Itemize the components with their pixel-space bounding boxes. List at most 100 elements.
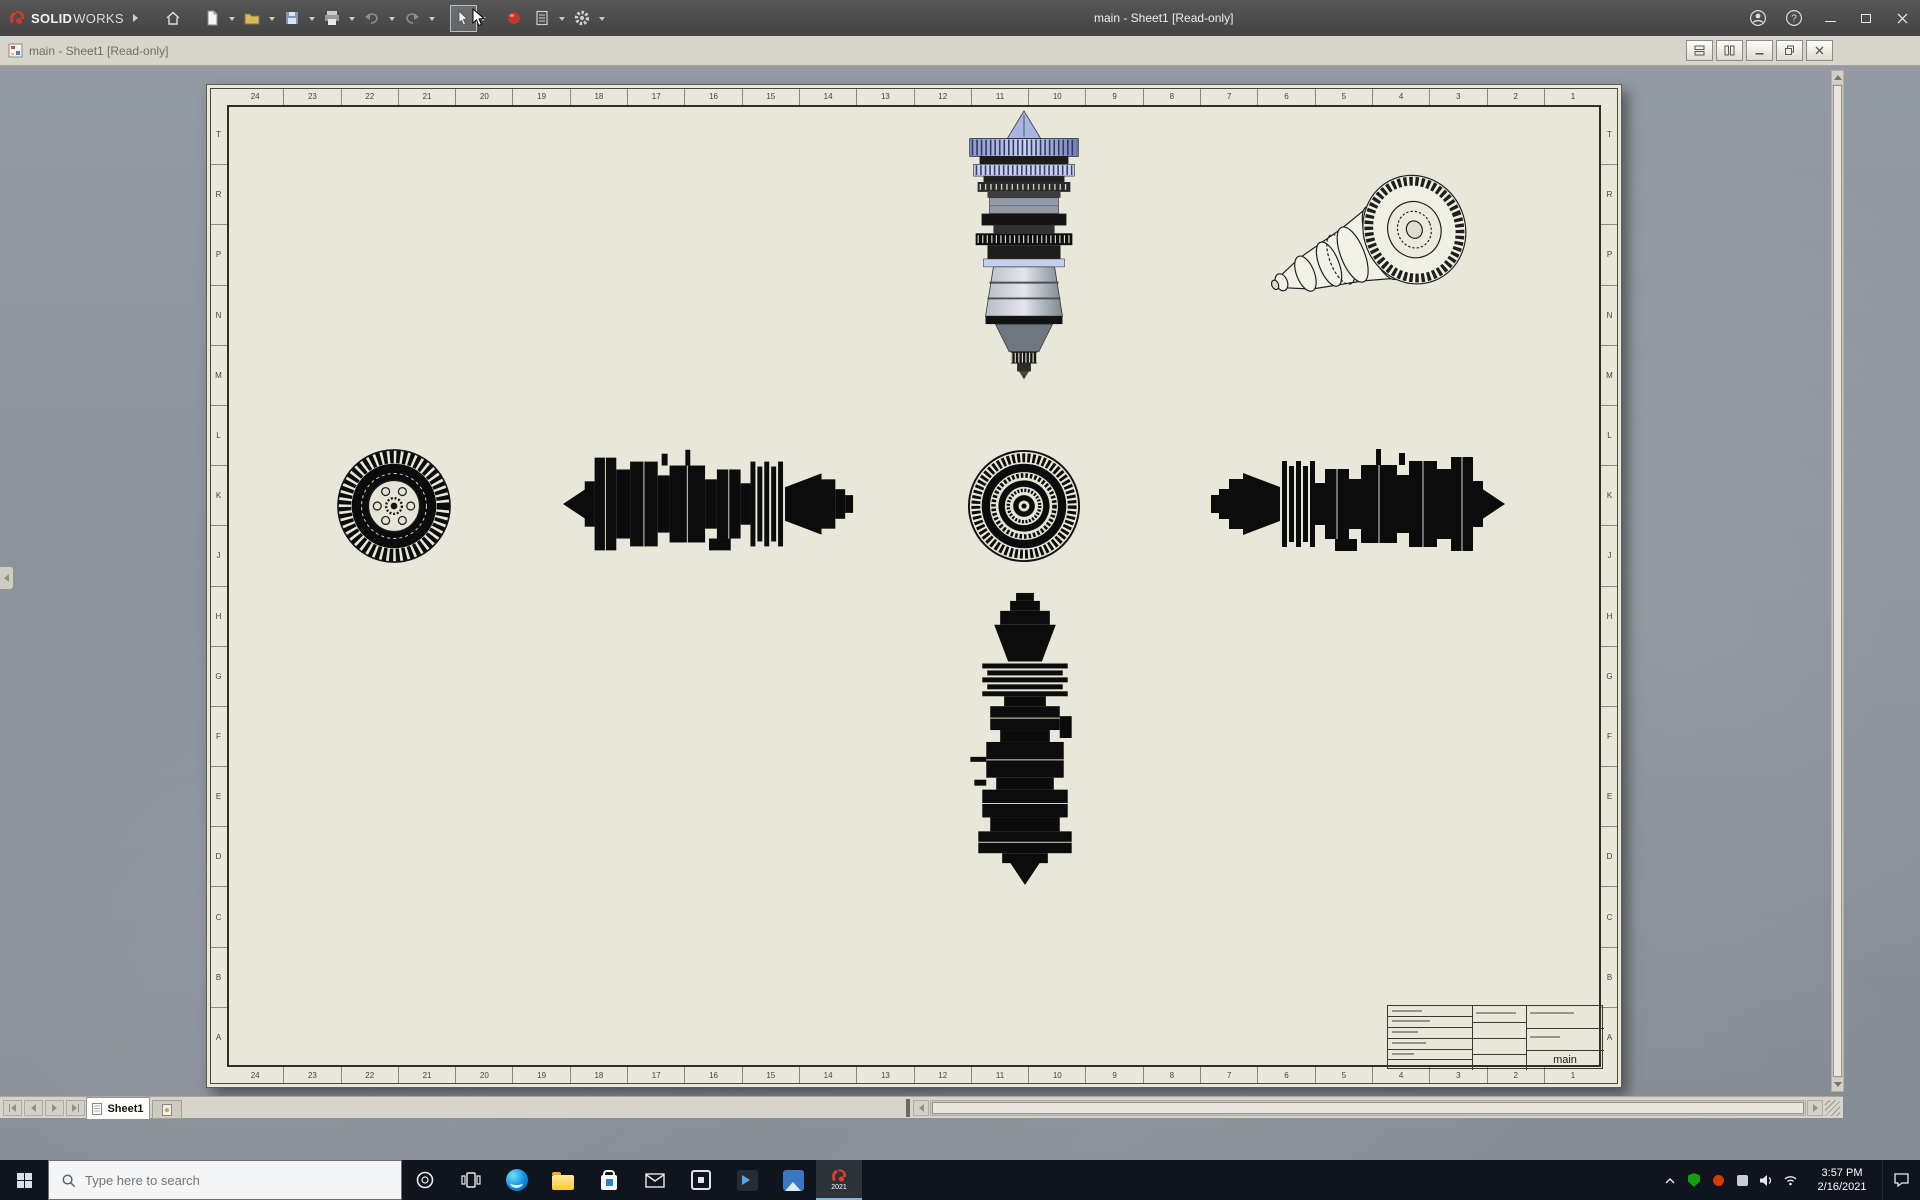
chevron-down-icon[interactable] [267, 5, 278, 32]
vertical-scroll-thumb[interactable] [1833, 85, 1842, 1077]
start-button[interactable] [0, 1160, 48, 1200]
undo-button[interactable] [359, 5, 386, 32]
close-icon [1815, 46, 1824, 55]
chevron-down-icon[interactable] [557, 5, 568, 32]
defender-tray-button[interactable] [1682, 1160, 1706, 1200]
chevron-down-icon[interactable] [427, 5, 438, 32]
up-arrow-icon [1833, 75, 1842, 80]
print-button[interactable] [319, 5, 346, 32]
title-block-text-bar [1392, 1010, 1422, 1012]
drawing-workspace[interactable]: 24 23 22 21 20 19 18 17 16 15 14 13 12 11 10 9 8 7 6 5 4 3 2 1 … [0, 66, 1920, 1160]
app-icon [691, 1170, 711, 1190]
new-document-button[interactable] [199, 5, 226, 32]
add-sheet-tab[interactable] [152, 1100, 182, 1119]
edge-button[interactable] [494, 1160, 540, 1200]
horizontal-scroll-thumb[interactable] [932, 1102, 1804, 1114]
tray-app-button[interactable] [1706, 1160, 1730, 1200]
network-button[interactable] [1778, 1160, 1802, 1200]
solidworks-logo[interactable]: SOLID WORKS [0, 10, 152, 26]
title-block-line [1472, 1054, 1526, 1055]
scroll-up-button[interactable] [1832, 71, 1843, 84]
chevron-down-icon[interactable] [227, 5, 238, 32]
task-view-button[interactable] [448, 1160, 494, 1200]
doc-close-button[interactable] [1806, 40, 1833, 61]
rebuild-icon [508, 12, 521, 24]
title-block-line [1388, 1059, 1472, 1060]
scroll-down-button[interactable] [1832, 1078, 1843, 1091]
tile-horizontal-button[interactable] [1686, 40, 1713, 61]
zone-label: H [210, 585, 227, 646]
zone-label: H [1601, 585, 1618, 646]
help-button[interactable]: ? [1776, 0, 1812, 36]
rebuild-button[interactable] [501, 5, 528, 32]
chevron-down-icon[interactable] [307, 5, 318, 32]
drawing-sheet[interactable]: 24 23 22 21 20 19 18 17 16 15 14 13 12 11 10 9 8 7 6 5 4 3 2 1 … [206, 84, 1622, 1088]
photos-app-button[interactable] [770, 1160, 816, 1200]
scroll-right-button[interactable] [1807, 1100, 1823, 1116]
app-button-1[interactable] [678, 1160, 724, 1200]
hidden-icons-button[interactable] [1658, 1160, 1682, 1200]
redo-button[interactable] [399, 5, 426, 32]
zone-label: 16 [684, 88, 741, 105]
notification-icon [1894, 1173, 1909, 1187]
cortana-button[interactable] [402, 1160, 448, 1200]
select-tool-button[interactable] [449, 4, 477, 32]
next-sheet-button[interactable] [45, 1100, 64, 1116]
store-button[interactable] [586, 1160, 632, 1200]
scrollbar-splitter-handle[interactable] [906, 1099, 910, 1117]
title-block[interactable]: main [1387, 1005, 1604, 1070]
drawing-view-left-side[interactable] [563, 441, 859, 567]
search-input[interactable] [85, 1172, 355, 1188]
tile-vertical-button[interactable] [1716, 40, 1743, 61]
first-sheet-button[interactable] [3, 1100, 22, 1116]
file-properties-button[interactable] [529, 5, 556, 32]
previous-sheet-button[interactable] [24, 1100, 43, 1116]
doc-restore-button[interactable] [1776, 40, 1803, 61]
drawing-view-isometric[interactable] [1235, 159, 1483, 345]
last-sheet-button[interactable] [66, 1100, 85, 1116]
panel-collapse-tab[interactable] [0, 566, 14, 590]
zone-label: K [210, 465, 227, 525]
volume-button[interactable] [1754, 1160, 1778, 1200]
tray-app-button-2[interactable] [1730, 1160, 1754, 1200]
add-sheet-icon [162, 1103, 172, 1116]
chevron-down-icon[interactable] [387, 5, 398, 32]
zone-label: 3 [1429, 88, 1486, 105]
chevron-down-icon[interactable] [478, 5, 489, 32]
horizontal-scrollbar[interactable] [930, 1100, 1806, 1116]
doc-minimize-button[interactable] [1746, 40, 1773, 61]
taskbar-search[interactable] [48, 1160, 402, 1200]
action-center-button[interactable] [1882, 1160, 1920, 1200]
media-app-button[interactable] [724, 1160, 770, 1200]
chevron-up-icon [1665, 1177, 1675, 1183]
close-button[interactable] [1884, 0, 1920, 36]
scroll-left-button[interactable] [913, 1100, 929, 1116]
solidworks-taskbar-button[interactable]: 2021 [816, 1160, 862, 1200]
zone-label: 14 [798, 88, 856, 105]
drawing-view-top[interactable] [959, 109, 1089, 405]
open-button[interactable] [239, 5, 266, 32]
mail-button[interactable] [632, 1160, 678, 1200]
title-block-text-bar [1392, 1053, 1414, 1055]
vertical-scrollbar[interactable] [1831, 70, 1844, 1092]
drawing-view-front[interactable] [335, 447, 453, 565]
drawing-view-rear[interactable] [965, 447, 1083, 565]
brand-expand-icon[interactable] [132, 14, 142, 22]
minimize-button[interactable] [1812, 0, 1848, 36]
chevron-down-icon[interactable] [597, 5, 608, 32]
options-button[interactable] [569, 5, 596, 32]
taskbar-clock[interactable]: 3:57 PM 2/16/2021 [1802, 1166, 1882, 1194]
zone-ruler-top: 24 23 22 21 20 19 18 17 16 15 14 13 12 11 10 9 8 7 6 5 4 3 2 1 [227, 88, 1601, 105]
account-button[interactable] [1740, 0, 1776, 36]
zone-label: L [1601, 404, 1618, 465]
drawing-view-bottom[interactable] [962, 587, 1088, 885]
drawing-view-right-side[interactable] [1205, 441, 1505, 567]
tab-sheet1[interactable]: Sheet1 [86, 1097, 150, 1119]
zone-label: 3 [1429, 1067, 1486, 1084]
chevron-down-icon[interactable] [347, 5, 358, 32]
home-button[interactable] [160, 5, 187, 32]
maximize-button[interactable] [1848, 0, 1884, 36]
resize-grip[interactable] [1825, 1100, 1840, 1116]
save-button[interactable] [279, 5, 306, 32]
file-explorer-button[interactable] [540, 1160, 586, 1200]
